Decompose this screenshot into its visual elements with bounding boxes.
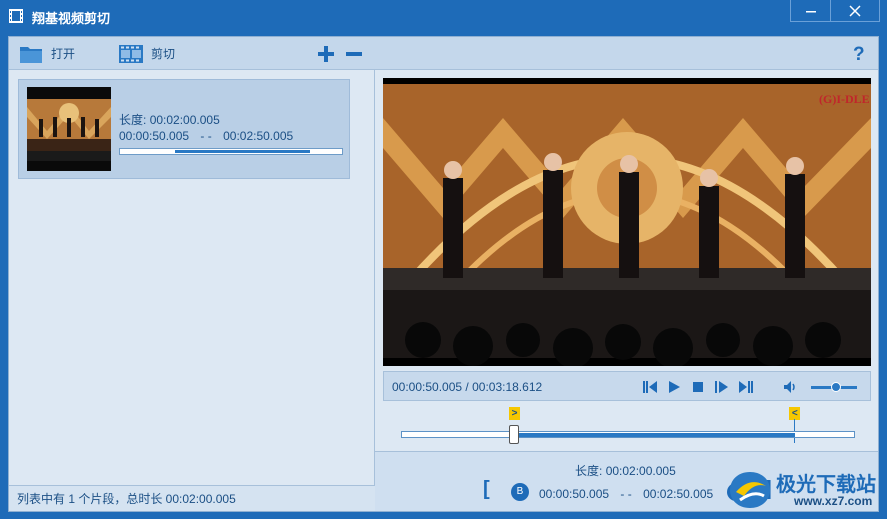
- clip-progress-bar: [119, 148, 343, 155]
- selection-length: 长度: 00:02:00.005: [575, 462, 676, 479]
- left-toolbar: 打开 剪切: [9, 37, 375, 70]
- stop-icon[interactable]: [690, 379, 706, 395]
- video-frame: (G)I-DLE: [383, 78, 871, 366]
- right-toolbar: ?: [375, 37, 878, 70]
- window-title: 翔基视频剪切: [32, 11, 111, 26]
- timeline-track[interactable]: [401, 431, 855, 438]
- next-frame-icon[interactable]: [714, 379, 730, 395]
- time-display: 00:00:50.005 / 00:03:18.612: [392, 380, 542, 394]
- selection-length-label: 长度:: [575, 464, 603, 478]
- clip-progress-fill: [175, 150, 310, 153]
- film-strip-icon: [119, 44, 143, 63]
- play-icon[interactable]: [666, 379, 682, 395]
- volume-slider-knob[interactable]: [831, 382, 842, 392]
- start-badge-icon[interactable]: B: [511, 483, 529, 501]
- timeline-selection: [515, 433, 796, 437]
- cut-button[interactable]: 剪切: [119, 37, 175, 70]
- trim-start-marker[interactable]: >: [509, 407, 520, 420]
- open-label: 打开: [51, 47, 76, 61]
- film-app-icon: [9, 9, 23, 23]
- time-separator: /: [462, 380, 473, 394]
- total-time: 00:03:18.612: [472, 380, 543, 394]
- current-time: 00:00:50.005: [392, 380, 463, 394]
- add-clip-icon[interactable]: [317, 45, 335, 63]
- status-text: 列表中有 1 个片段，总时长 00:02:00.005: [17, 492, 236, 506]
- watermark-logo-icon: [730, 472, 770, 508]
- clip-list-item[interactable]: 长度: 00:02:00.005 00:00:50.005 - - 00:02:…: [18, 79, 350, 179]
- volume-icon[interactable]: [782, 379, 798, 395]
- main-window: 打开 剪切 长度: 00:02:00.005 00:00:50.005 - - …: [8, 36, 879, 512]
- video-brand-overlay: (G)I-DLE: [819, 92, 870, 106]
- selection-end: 00:02:50.005: [643, 487, 714, 501]
- clip-range: 00:00:50.005 - - 00:02:50.005: [119, 128, 293, 144]
- clip-range-separator: - -: [200, 129, 212, 143]
- close-button[interactable]: [830, 0, 880, 22]
- watermark-url: www.xz7.com: [794, 494, 873, 508]
- step-back-icon[interactable]: [642, 379, 658, 395]
- folder-icon: [20, 46, 42, 63]
- selection-separator: - -: [620, 487, 632, 501]
- clip-thumbnail: [27, 87, 111, 171]
- step-forward-icon[interactable]: [738, 379, 754, 395]
- timeline-playhead-handle[interactable]: [509, 425, 519, 444]
- selection-range: 00:00:50.005 - - 00:02:50.005: [539, 487, 713, 501]
- close-icon: [849, 4, 861, 17]
- clip-length-value: 00:02:00.005: [149, 113, 220, 127]
- set-start-bracket-button[interactable]: [: [483, 478, 490, 501]
- minimize-icon: [805, 10, 816, 12]
- status-bar: 列表中有 1 个片段，总时长 00:02:00.005: [9, 485, 375, 511]
- help-icon[interactable]: ?: [853, 44, 865, 66]
- cut-label: 剪切: [151, 47, 176, 61]
- clip-length: 长度: 00:02:00.005: [119, 112, 293, 128]
- remove-clip-icon[interactable]: [345, 45, 363, 63]
- preview-panel: ? (G)I-DLE 00:00:50.005 / 00:03:18.612 >…: [375, 37, 878, 511]
- clip-start: 00:00:50.005: [119, 129, 190, 143]
- title-bar: 翔基视频剪切: [0, 0, 887, 32]
- video-preview[interactable]: (G)I-DLE: [383, 78, 871, 366]
- open-button[interactable]: 打开: [19, 37, 75, 70]
- selection-start: 00:00:50.005: [539, 487, 610, 501]
- clip-list-panel: 打开 剪切 长度: 00:02:00.005 00:00:50.005 - - …: [9, 37, 375, 511]
- selection-length-value: 00:02:00.005: [605, 464, 676, 478]
- clip-length-label: 长度:: [119, 113, 147, 127]
- watermark: 极光下载站 www.xz7.com: [720, 464, 885, 516]
- minimize-button[interactable]: [790, 0, 830, 22]
- playback-controls: 00:00:50.005 / 00:03:18.612: [383, 371, 871, 401]
- clip-info: 长度: 00:02:00.005 00:00:50.005 - - 00:02:…: [119, 112, 293, 144]
- clip-end: 00:02:50.005: [223, 129, 294, 143]
- watermark-text: 极光下载站: [776, 474, 876, 496]
- trim-timeline: > <: [375, 403, 878, 451]
